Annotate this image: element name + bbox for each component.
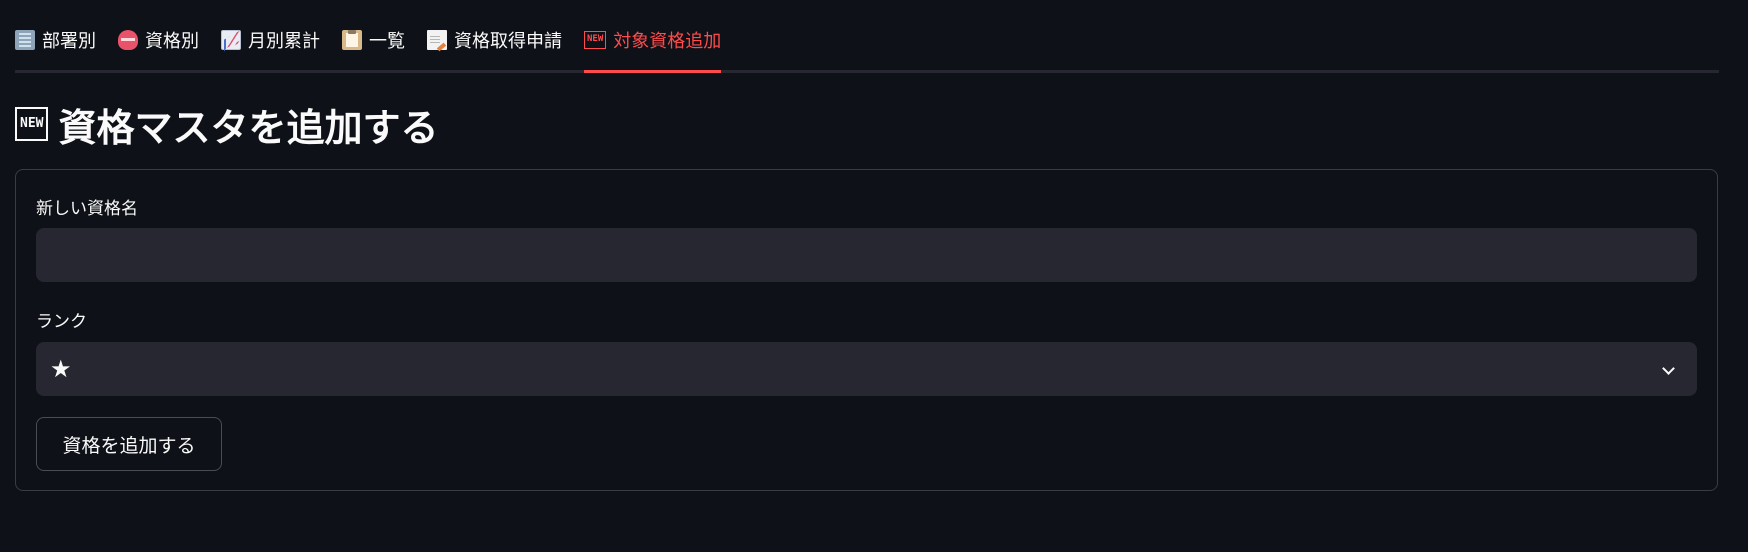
page-title: NEW 資格マスタを追加する: [15, 98, 439, 150]
tab-label: 資格別: [145, 31, 199, 52]
rank-label: ランク: [36, 312, 87, 332]
tab-monthly-cumulative[interactable]: 月別累計: [221, 20, 320, 70]
chevron-down-icon: [1662, 362, 1675, 375]
memo-icon: [427, 30, 447, 50]
add-qualification-form: 新しい資格名 ランク ★ 資格を追加する: [15, 169, 1718, 491]
tab-bar: 部署別 資格別 月別累計 一覧 資格取得申請 NEW 対象資格追加: [15, 0, 1719, 73]
badge-icon: [118, 30, 138, 50]
tab-label: 一覧: [369, 31, 405, 52]
clipboard-icon: [342, 30, 362, 50]
add-qualification-button[interactable]: 資格を追加する: [36, 417, 222, 471]
tab-add-qualification[interactable]: NEW 対象資格追加: [584, 20, 722, 73]
tab-label: 月別累計: [248, 31, 320, 52]
tab-list[interactable]: 一覧: [342, 20, 405, 70]
qualification-name-label: 新しい資格名: [36, 199, 138, 219]
tab-label: 部署別: [42, 31, 96, 52]
new-icon: NEW: [584, 31, 607, 49]
tab-label: 対象資格追加: [613, 31, 722, 52]
tab-label: 資格取得申請: [454, 31, 562, 52]
tab-department[interactable]: 部署別: [15, 20, 96, 70]
rank-select[interactable]: ★: [36, 342, 1697, 396]
building-icon: [15, 30, 35, 50]
qualification-name-input[interactable]: [36, 228, 1697, 282]
rank-selected-value: ★: [50, 355, 72, 383]
page-title-text: 資格マスタを追加する: [58, 105, 439, 150]
tab-qualification[interactable]: 資格別: [118, 20, 199, 70]
chart-increasing-icon: [221, 30, 241, 50]
new-icon: NEW: [15, 107, 49, 141]
tab-application[interactable]: 資格取得申請: [427, 20, 562, 70]
